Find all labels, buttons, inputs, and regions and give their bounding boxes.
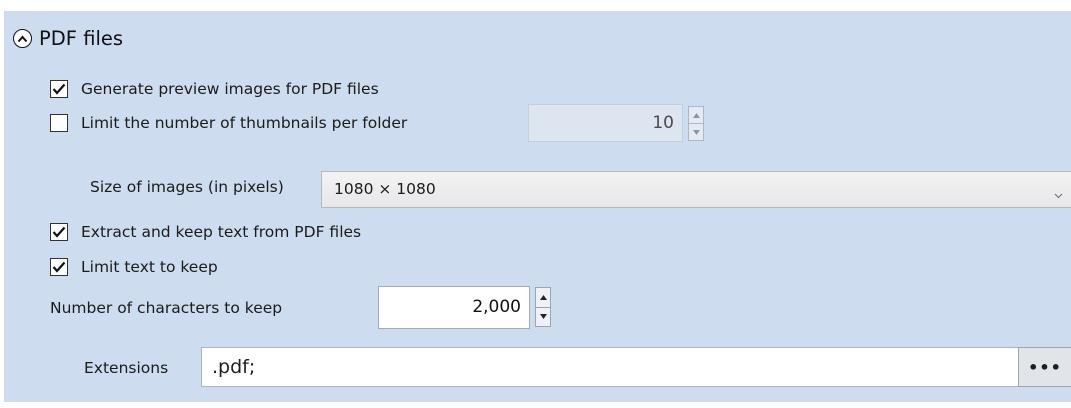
spin-up-icon[interactable] (535, 287, 551, 308)
image-size-label: Size of images (in pixels) (90, 178, 284, 196)
num-characters-field[interactable]: 2,000 (378, 286, 530, 329)
checkmark-icon (52, 83, 66, 95)
limit-thumbnails-checkbox[interactable] (50, 114, 68, 132)
num-characters-label: Number of characters to keep (50, 299, 283, 317)
extensions-field[interactable]: .pdf; (201, 347, 1019, 387)
extensions-label: Extensions (84, 359, 169, 377)
image-size-value: 1080 × 1080 (334, 180, 436, 198)
generate-preview-label: Generate preview images for PDF files (81, 80, 379, 98)
spin-down-icon[interactable] (688, 124, 704, 141)
thumbnails-stepper[interactable] (688, 106, 704, 141)
spin-up-icon[interactable] (688, 106, 704, 124)
num-characters-stepper[interactable] (535, 287, 551, 327)
chevron-down-icon (1054, 184, 1063, 203)
limit-text-label: Limit text to keep (81, 258, 218, 276)
extract-text-checkbox[interactable] (50, 223, 68, 241)
generate-preview-checkbox[interactable] (50, 80, 68, 98)
chevron-up-icon[interactable] (13, 29, 32, 48)
checkmark-icon (52, 226, 66, 238)
limit-thumbnails-label: Limit the number of thumbnails per folde… (81, 114, 408, 132)
section-title[interactable]: PDF files (39, 27, 123, 51)
extract-text-label: Extract and keep text from PDF files (81, 223, 362, 241)
checkmark-icon (52, 261, 66, 273)
browse-button[interactable]: ••• (1018, 347, 1071, 387)
ellipsis-icon: ••• (1028, 357, 1062, 377)
thumbnails-count-field[interactable]: 10 (528, 104, 683, 142)
image-size-select[interactable]: 1080 × 1080 (321, 171, 1071, 208)
spin-down-icon[interactable] (535, 307, 551, 327)
limit-text-checkbox[interactable] (50, 258, 68, 276)
